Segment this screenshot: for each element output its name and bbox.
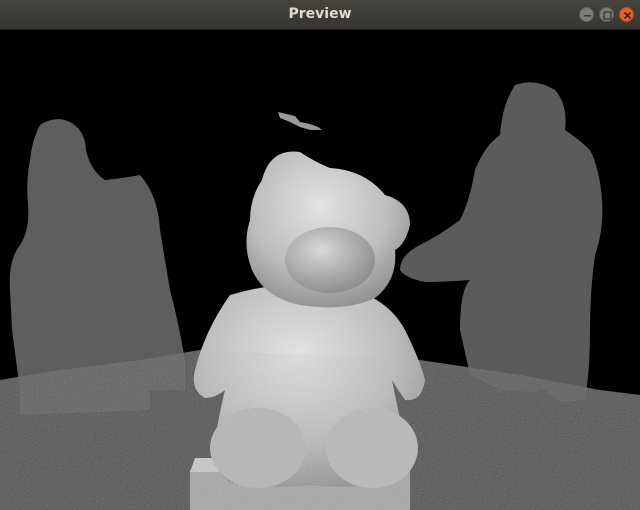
maximize-icon bbox=[603, 11, 612, 20]
minimize-button[interactable] bbox=[579, 7, 594, 22]
close-button[interactable] bbox=[619, 7, 634, 22]
bear-nose bbox=[285, 227, 375, 293]
preview-viewport[interactable] bbox=[0, 30, 640, 510]
right-person-points bbox=[400, 82, 603, 402]
minimize-icon bbox=[584, 15, 591, 17]
window-title: Preview bbox=[288, 6, 352, 22]
floating-specks bbox=[278, 112, 322, 130]
close-icon bbox=[623, 11, 632, 20]
title-bar[interactable]: Preview bbox=[0, 0, 640, 30]
preview-window: Preview bbox=[0, 0, 640, 510]
maximize-button[interactable] bbox=[599, 7, 614, 22]
point-cloud-render bbox=[0, 82, 640, 510]
